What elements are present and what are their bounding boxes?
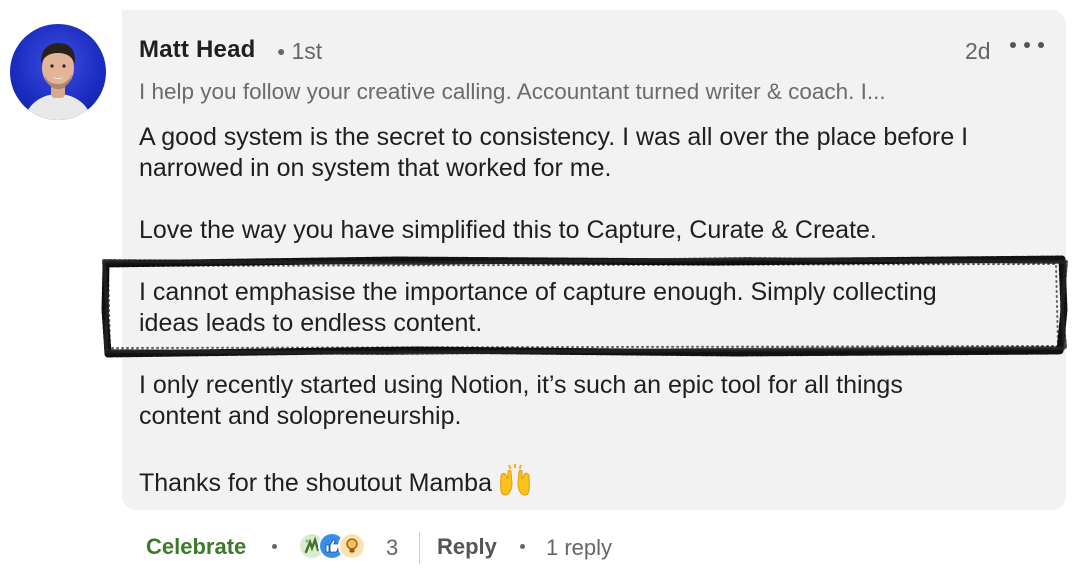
comment-line: ideas leads to endless content. — [139, 309, 483, 337]
avatar[interactable] — [10, 24, 106, 120]
reaction-summary[interactable] — [298, 532, 366, 562]
comment-actions: Celebrate 3 Reply 1 reply — [0, 530, 1080, 570]
comment-line: narrowed in on system that worked for me… — [139, 154, 612, 182]
comment-line: I only recently started using Notion, it… — [139, 371, 903, 399]
comment-paragraph-2: Love the way you have simplified this to… — [139, 215, 877, 246]
author-name[interactable]: Matt Head — [139, 36, 255, 64]
separator-dot — [272, 544, 277, 549]
comment-paragraph-3-highlighted: I cannot emphasise the importance of cap… — [139, 277, 937, 339]
divider — [419, 532, 420, 564]
raising-hands-emoji-icon — [498, 463, 532, 505]
comment-line: I cannot emphasise the importance of cap… — [139, 278, 937, 306]
more-options-icon[interactable] — [1010, 32, 1044, 58]
reaction-count[interactable]: 3 — [386, 535, 398, 561]
separator-dot: ● — [277, 43, 286, 59]
comment-line: content and solopreneurship. — [139, 402, 462, 430]
comment-line: Thanks for the shoutout Mamba — [139, 469, 492, 497]
connection-degree: ● 1st — [277, 38, 322, 65]
replies-count-link[interactable]: 1 reply — [546, 535, 612, 561]
comment-paragraph-1: A good system is the secret to consisten… — [139, 122, 968, 184]
reply-button[interactable]: Reply — [437, 534, 497, 560]
author-headline: I help you follow your creative calling.… — [139, 79, 886, 104]
comment-thread: Matt Head ● 1st 2d I help you follow your… — [0, 0, 1080, 578]
comment-line: A good system is the secret to consisten… — [139, 123, 969, 151]
avatar-photo-icon — [24, 43, 92, 120]
comment-paragraph-4: I only recently started using Notion, it… — [139, 370, 903, 432]
timestamp: 2d — [965, 38, 991, 64]
comment-line: Love the way you have simplified this to… — [139, 216, 877, 244]
connection-degree-label: 1st — [291, 38, 323, 64]
celebrate-button[interactable]: Celebrate — [146, 534, 246, 560]
separator-dot — [520, 544, 525, 549]
comment-paragraph-5: Thanks for the shoutout Mamba — [139, 463, 532, 505]
insightful-reaction-icon — [338, 532, 366, 560]
